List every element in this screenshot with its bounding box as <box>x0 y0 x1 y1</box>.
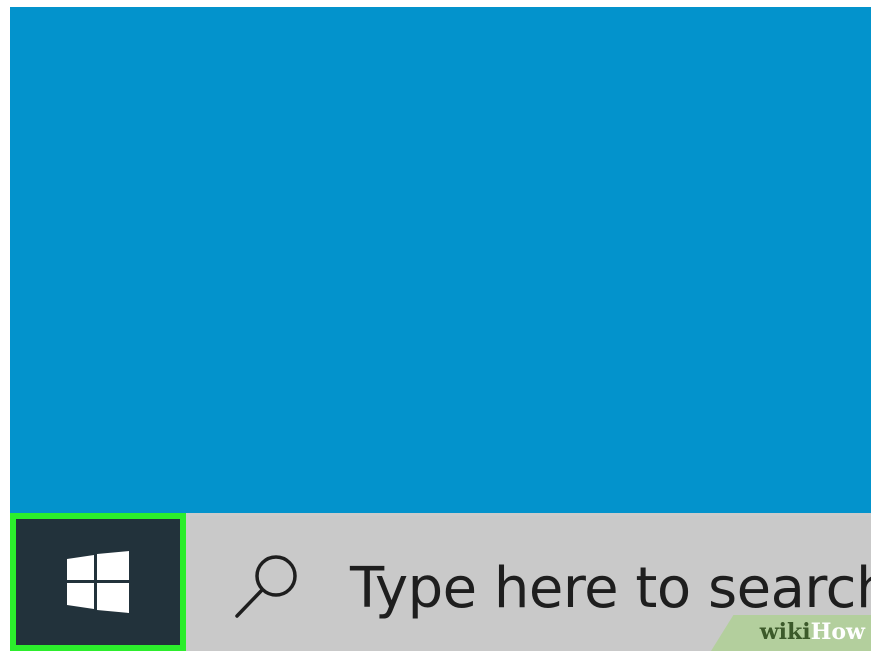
desktop-background[interactable] <box>10 7 871 513</box>
search-icon <box>235 555 297 618</box>
start-button[interactable] <box>10 513 186 651</box>
search-placeholder[interactable]: Type here to search <box>350 556 871 621</box>
watermark-wiki: wiki <box>759 619 811 645</box>
watermark-how: How <box>810 619 865 645</box>
windows-logo-icon <box>67 551 129 613</box>
wikihow-watermark: wikiHow <box>711 615 871 651</box>
screenshot-frame: Type here to search wikiHow <box>0 0 871 658</box>
